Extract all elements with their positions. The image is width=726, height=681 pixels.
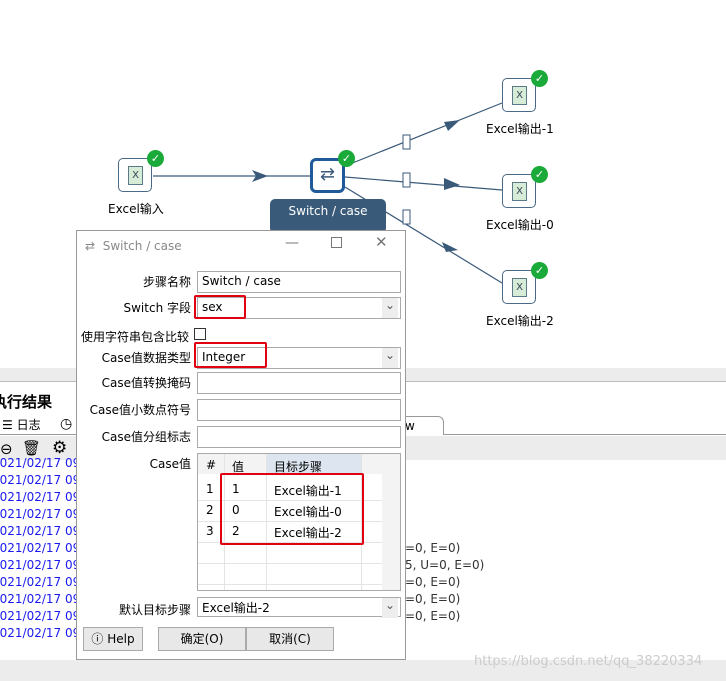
close-button[interactable]: ✕ bbox=[375, 233, 388, 251]
log-line: 2021/02/17 09 bbox=[0, 456, 76, 470]
ok-button[interactable]: 确定(O) bbox=[158, 627, 246, 651]
row-divider bbox=[198, 563, 382, 564]
node-label: Excel输出-0 bbox=[486, 218, 554, 232]
log-line: 2021/02/17 09 bbox=[0, 592, 76, 606]
log-line-tail: =0, E=0) bbox=[405, 541, 461, 555]
case-decimal-input[interactable] bbox=[197, 399, 401, 421]
log-line: 2021/02/17 09 bbox=[0, 575, 76, 589]
help-label: Help bbox=[107, 632, 135, 646]
log-line: 2021/02/17 09 bbox=[0, 558, 76, 572]
switch-case-icon: ⇄ bbox=[319, 164, 336, 185]
log-line-tail: =0, E=0) bbox=[405, 592, 461, 606]
ok-check-icon: ✓ bbox=[531, 262, 548, 279]
excel-output-icon: X bbox=[512, 278, 527, 297]
table-cell[interactable]: 1 bbox=[206, 482, 214, 496]
step-name-label: 步骤名称 bbox=[142, 275, 191, 289]
use-contains-label: 使用字符串包含比较 bbox=[81, 330, 190, 344]
highlight-box bbox=[194, 342, 267, 368]
log-line: 2021/02/17 09 bbox=[0, 609, 76, 623]
tab-label: 日志 bbox=[16, 418, 41, 432]
cancel-button[interactable]: 取消(C) bbox=[246, 627, 334, 651]
log-line: 2021/02/17 09 bbox=[0, 507, 76, 521]
highlight-box bbox=[220, 473, 364, 545]
watermark: https://blog.csdn.net/qq_38220334 bbox=[474, 654, 703, 669]
help-icon: ⓘ bbox=[91, 632, 104, 646]
excel-output-icon: X bbox=[512, 182, 527, 201]
ok-check-icon: ✓ bbox=[338, 150, 355, 167]
table-scrollbar[interactable] bbox=[382, 474, 400, 590]
switch-icon: ⇄ bbox=[85, 239, 96, 253]
log-line-tail: =0, E=0) bbox=[405, 575, 461, 589]
table-cell[interactable]: 3 bbox=[206, 524, 214, 538]
excel-output-0-node[interactable]: X bbox=[502, 174, 536, 208]
gear-icon[interactable]: ⚙ bbox=[52, 438, 67, 458]
case-group-input[interactable] bbox=[197, 426, 401, 448]
log-line: 2021/02/17 09 bbox=[0, 541, 76, 555]
case-mask-input[interactable] bbox=[197, 372, 401, 394]
case-group-label: Case值分组标志 bbox=[101, 430, 191, 444]
node-label: Excel输入 bbox=[108, 202, 164, 216]
node-label: Excel输出-1 bbox=[486, 122, 554, 136]
excel-output-1-node[interactable]: X bbox=[502, 78, 536, 112]
default-target-select[interactable]: Excel输出-2 bbox=[197, 597, 401, 618]
log-line-tail: =0, E=0) bbox=[405, 609, 461, 623]
maximize-button[interactable] bbox=[331, 237, 342, 248]
node-label: Excel输出-2 bbox=[486, 314, 554, 328]
ok-check-icon: ✓ bbox=[147, 150, 164, 167]
default-target-value: Excel输出-2 bbox=[202, 601, 270, 615]
dialog-title-bar: ⇄ Switch / case bbox=[85, 239, 182, 253]
excel-input-icon: X bbox=[128, 166, 143, 185]
tab-log[interactable]: ☰ 日志 bbox=[0, 416, 56, 435]
results-title: 执行结果 bbox=[0, 393, 53, 411]
minimize-button[interactable]: — bbox=[285, 235, 299, 251]
log-icon: ☰ bbox=[2, 418, 13, 432]
default-target-label: 默认目标步骤 bbox=[118, 603, 191, 617]
step-name-input[interactable]: Switch / case bbox=[197, 271, 401, 293]
switch-field-label: Switch 字段 bbox=[123, 301, 192, 315]
log-line: 2021/02/17 09 bbox=[0, 626, 76, 640]
case-values-label: Case值 bbox=[149, 457, 191, 471]
use-contains-checkbox[interactable] bbox=[194, 328, 206, 340]
clock-icon[interactable]: ◷ bbox=[60, 416, 72, 432]
excel-output-2-node[interactable]: X bbox=[502, 270, 536, 304]
excel-input-node[interactable]: X bbox=[118, 158, 152, 192]
case-mask-label: Case值转换掩码 bbox=[101, 376, 191, 390]
column-header: # bbox=[206, 458, 217, 472]
dialog-title: Switch / case bbox=[102, 239, 182, 253]
log-line: 2021/02/17 09 bbox=[0, 524, 76, 538]
case-type-label: Case值数据类型 bbox=[101, 351, 191, 365]
log-line: 2021/02/17 09 bbox=[0, 490, 76, 504]
row-divider bbox=[198, 584, 382, 585]
step-tooltip: Switch / case bbox=[270, 199, 386, 233]
highlight-box bbox=[194, 295, 246, 319]
case-decimal-label: Case值小数点符号 bbox=[89, 403, 191, 417]
excel-output-icon: X bbox=[512, 86, 527, 105]
table-cell[interactable]: 2 bbox=[206, 503, 214, 517]
log-line-tail: 5, U=0, E=0) bbox=[405, 558, 485, 572]
ok-check-icon: ✓ bbox=[531, 166, 548, 183]
help-button[interactable]: ⓘ Help bbox=[83, 627, 143, 651]
log-line: 2021/02/17 09 bbox=[0, 473, 76, 487]
trash-icon[interactable]: 🗑 bbox=[22, 439, 41, 457]
ok-check-icon: ✓ bbox=[531, 70, 548, 87]
